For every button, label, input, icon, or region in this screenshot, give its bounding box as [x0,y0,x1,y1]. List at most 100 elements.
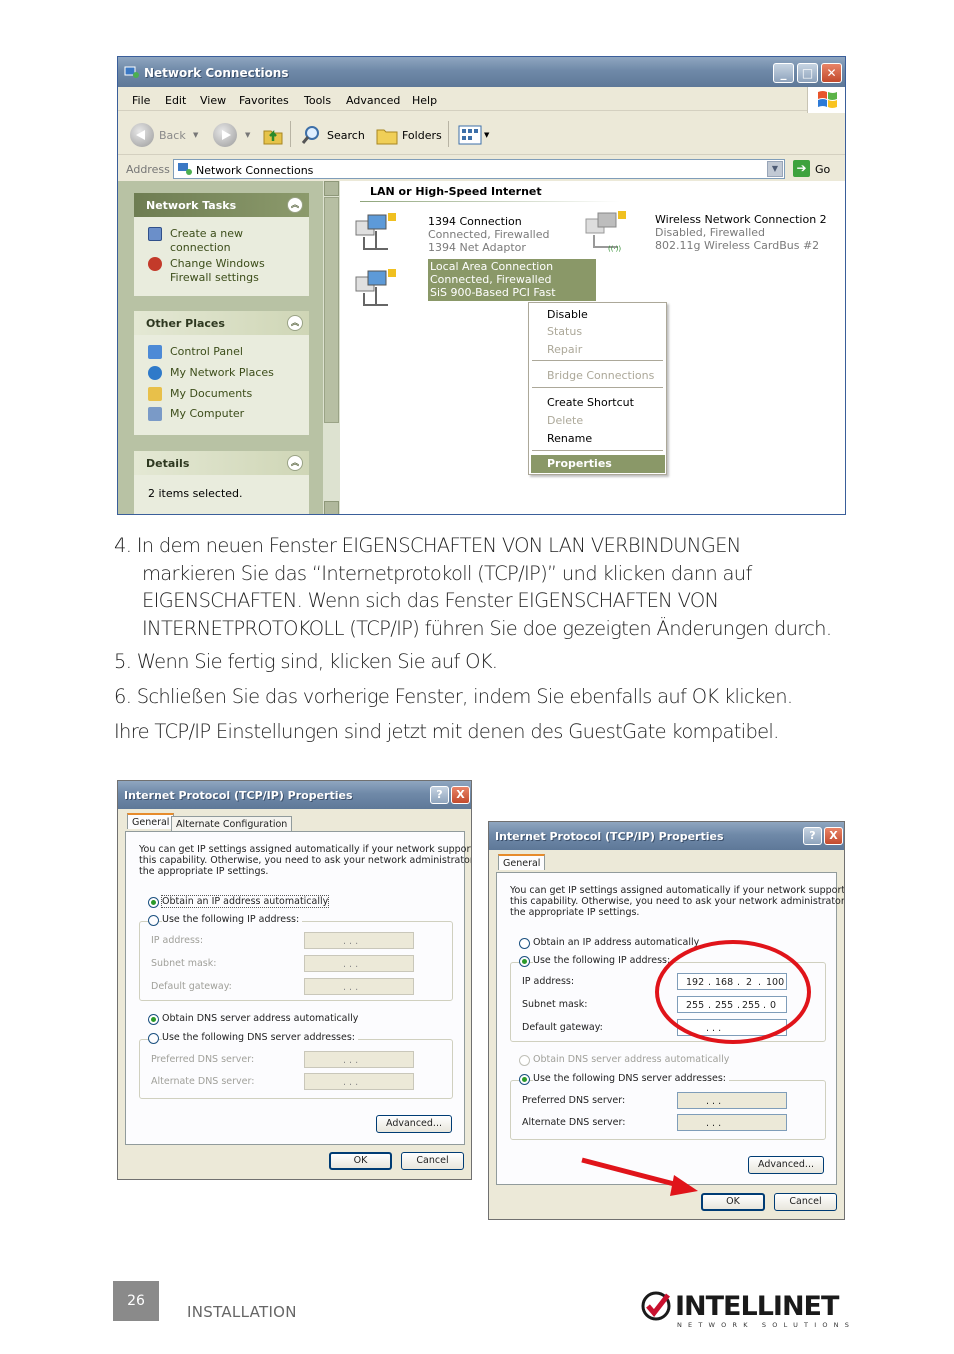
my-computer-link[interactable]: My Computer [170,407,244,421]
use-dns-radio[interactable] [519,1074,530,1085]
create-connection-link-line2[interactable]: connection [170,241,231,255]
go-button[interactable]: Go [815,163,830,176]
obtain-dns-radio [519,1055,530,1066]
connection-lan-selected[interactable]: Local Area Connection Connected, Firewal… [428,259,596,301]
address-bar: Address Network Connections ▼ ➔ Go [118,155,845,181]
firewall-settings-link[interactable]: Change Windows [170,257,265,271]
control-panel-icon [148,345,162,359]
highlight-ellipse [655,940,811,1044]
folders-icon[interactable] [375,124,399,146]
views-dropdown-icon[interactable]: ▼ [484,131,489,139]
back-dropdown-icon[interactable]: ▼ [193,131,198,139]
advanced-button[interactable]: Advanced... [376,1115,452,1133]
network-computers-icon[interactable] [354,267,398,311]
collapse-icon[interactable]: ︽ [287,197,303,213]
control-panel-link[interactable]: Control Panel [170,345,243,359]
obtain-dns-label[interactable]: Obtain DNS server address automatically [162,1013,358,1024]
my-documents-link[interactable]: My Documents [170,387,252,401]
scroll-down-icon[interactable] [324,501,339,514]
menu-tools[interactable]: Tools [304,94,331,107]
help-button[interactable]: ? [430,786,449,804]
search-icon[interactable] [300,124,322,146]
close-button[interactable]: X [824,827,843,845]
step-6: 6. Schließen Sie das vorherige Fenster, … [114,685,793,708]
close-button[interactable]: ✕ [821,63,842,83]
forward-icon[interactable] [213,123,237,147]
title-bar[interactable]: Network Connections _ □ ✕ [118,57,845,87]
menu-advanced[interactable]: Advanced [346,94,400,107]
maximize-button[interactable]: □ [797,63,818,83]
gateway-input[interactable]: . . . [304,978,414,995]
wireless-network-icon[interactable]: ((·)) [584,209,628,253]
windows-logo-icon [807,87,845,113]
scroll-thumb[interactable] [324,197,339,423]
views-icon[interactable] [458,125,482,145]
menu-help[interactable]: Help [412,94,437,107]
step-4-line4: INTERNETPROTOKOLL (TCP/IP) führen Sie do… [142,616,832,640]
use-dns-radio[interactable] [148,1033,159,1044]
menu-favorites[interactable]: Favorites [239,94,289,107]
cancel-button[interactable]: Cancel [401,1152,464,1170]
obtain-ip-label[interactable]: Obtain an IP address automatically [160,895,330,908]
address-input[interactable]: Network Connections ▼ [173,159,785,179]
folders-label[interactable]: Folders [402,129,442,142]
ip-address-input[interactable]: . . . [304,932,414,949]
menu-file[interactable]: File [132,94,150,107]
preferred-dns-input[interactable]: . . . [304,1051,414,1068]
firewall-settings-link-line2[interactable]: Firewall settings [170,271,259,285]
ok-button[interactable]: OK [329,1152,392,1170]
network-connections-window: Network Connections _ □ ✕ File Edit View… [117,56,846,515]
scrollbar[interactable] [323,181,340,514]
context-menu: Disable Status Repair Bridge Connections… [528,302,667,475]
subnet-mask-input[interactable]: . . . [304,955,414,972]
menu-edit[interactable]: Edit [165,94,186,107]
menu-properties[interactable]: Properties [531,455,665,473]
collapse-icon[interactable]: ︽ [287,455,303,471]
create-connection-link[interactable]: Create a new [170,227,243,241]
final-note: Ihre TCP/IP Einstellungen sind jetzt mit… [114,720,779,743]
menu-status: Status [547,325,583,338]
alternate-dns-input[interactable]: . . . [304,1073,414,1090]
collapse-icon[interactable]: ︽ [287,315,303,331]
go-arrow-icon[interactable]: ➔ [793,160,810,177]
network-tasks-panel: Network Tasks ︽ Create a new connection C… [134,193,309,296]
step-5: 5. Wenn Sie fertig sind, klicken Sie auf… [114,650,498,673]
menu-bar: File Edit View Favorites Tools Advanced … [118,87,845,111]
help-button[interactable]: ? [803,827,822,845]
menu-create-shortcut[interactable]: Create Shortcut [547,396,634,409]
tab-general[interactable]: General [127,813,175,829]
section-header: LAN or High-Speed Internet [370,185,542,198]
obtain-ip-radio[interactable] [148,897,159,908]
up-folder-icon[interactable] [261,123,285,147]
use-ip-label[interactable]: Use the following IP address: [162,914,303,925]
search-label[interactable]: Search [327,129,365,142]
back-label[interactable]: Back [159,129,186,142]
scroll-up-icon[interactable] [324,181,339,196]
arrow-head-icon [670,1175,698,1196]
tab-general[interactable]: General [498,854,546,870]
use-ip-radio[interactable] [519,956,530,967]
back-icon[interactable] [130,123,154,147]
menu-rename[interactable]: Rename [547,432,592,445]
address-dropdown-icon[interactable]: ▼ [767,161,783,177]
menu-view[interactable]: View [200,94,226,107]
tab-alternate-configuration[interactable]: Alternate Configuration [171,816,293,832]
checkmark-logo-icon [641,1291,671,1321]
close-button[interactable]: X [451,786,470,804]
network-computers-icon[interactable] [354,211,398,255]
my-network-places-link[interactable]: My Network Places [170,366,274,380]
dialog-title-bar[interactable]: Internet Protocol (TCP/IP) Properties ? … [118,781,471,809]
obtain-ip-radio[interactable] [519,938,530,949]
dialog-title-bar[interactable]: Internet Protocol (TCP/IP) Properties ? … [489,822,844,850]
obtain-dns-radio[interactable] [148,1014,159,1025]
forward-dropdown-icon[interactable]: ▼ [245,131,250,139]
minimize-button[interactable]: _ [773,63,794,83]
use-dns-label[interactable]: Use the following DNS server addresses: [162,1032,358,1043]
use-ip-radio[interactable] [148,915,159,926]
dialog-title: Internet Protocol (TCP/IP) Properties [124,789,353,802]
menu-delete: Delete [547,414,584,427]
connection-wireless[interactable]: Wireless Network Connection 2 Disabled, … [655,213,830,253]
page-number: 26 [113,1281,159,1321]
menu-disable[interactable]: Disable [547,308,588,321]
connection-1394[interactable]: 1394 Connection Connected, Firewalled 13… [428,215,549,254]
